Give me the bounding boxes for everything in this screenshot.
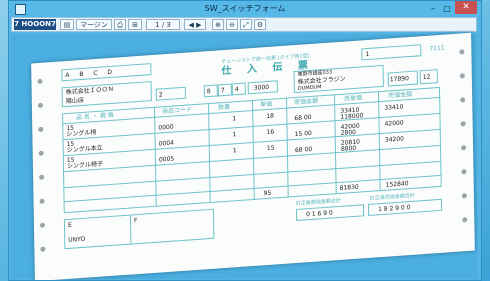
total-qty: 95 xyxy=(263,189,272,198)
sprocket-hole xyxy=(461,145,467,151)
col-header-qty: 数量 xyxy=(218,103,231,112)
header-field-d: D xyxy=(107,68,113,77)
row2-unit: 16 xyxy=(266,128,275,137)
row2-qty: 1 xyxy=(232,131,237,139)
row3-unit: 15 xyxy=(266,144,275,153)
row3-qty: 1 xyxy=(232,147,237,155)
sprocket-hole xyxy=(40,246,46,252)
sprocket-hole xyxy=(459,49,465,55)
sprocket-hole xyxy=(39,198,45,204)
row2-code: 0004 xyxy=(158,139,175,148)
row3-cost: 68 00 xyxy=(294,145,313,155)
right-margin-number: 7111 xyxy=(429,44,445,53)
sprocket-hole xyxy=(38,150,44,156)
sprocket-hole xyxy=(39,174,45,180)
sprocket-hole xyxy=(37,78,43,85)
header-field-a: A xyxy=(65,71,70,80)
header-field-b: B xyxy=(79,70,84,79)
footer-box xyxy=(63,208,215,250)
code1: 7 xyxy=(220,86,225,95)
app-window: SW_スイッチフォーム – □ ✕ 7 HOOON7 ▤ マージン ⎙ ⊞ 1 … xyxy=(8,0,482,281)
settings-icon[interactable]: ⚙ xyxy=(254,19,266,30)
sprocket-hole xyxy=(460,97,466,103)
row3-code: 0005 xyxy=(158,155,175,164)
row2-sale: 42000 xyxy=(384,119,404,128)
page-nav[interactable]: ◀ ▶ xyxy=(184,19,206,30)
close-button[interactable]: ✕ xyxy=(455,1,477,14)
slip-paper: A B C D チェーンストア統一伝票 (タイプ用1型) 仕 入 伝 票 1 7… xyxy=(31,32,475,280)
sprocket-hole xyxy=(461,169,467,175)
row3-cost-amount: 8800 xyxy=(340,144,357,153)
footer-field-f: F xyxy=(133,217,138,225)
row1-qty: 1 xyxy=(232,115,237,123)
zoom-out-icon[interactable]: ⊖ xyxy=(226,19,238,30)
toolbar: 7 HOOON7 ▤ マージン ⎙ ⊞ 1 / 3 ◀ ▶ ⊕ ⊖ ⤢ ⚙ xyxy=(11,17,477,32)
preview-area: A B C D チェーンストア統一伝票 (タイプ用1型) 仕 入 伝 票 1 7… xyxy=(11,32,477,280)
title-bar[interactable]: SW_スイッチフォーム – □ ✕ xyxy=(9,1,481,17)
margin-button[interactable]: マージン xyxy=(76,19,112,30)
print-icon[interactable]: ⎙ xyxy=(114,19,126,30)
sprocket-hole xyxy=(38,126,44,132)
row1-sale: 33410 xyxy=(384,103,404,112)
header-code-box xyxy=(61,63,152,82)
row2-cost: 15 00 xyxy=(294,129,312,139)
dept: 8 xyxy=(206,87,211,96)
sprocket-hole xyxy=(462,217,468,223)
footer-field-unyo: UNYO xyxy=(68,235,86,244)
supplier-code-box xyxy=(361,44,422,61)
preview-icon[interactable]: ⊞ xyxy=(128,19,142,30)
window-title: SW_スイッチフォーム xyxy=(204,4,286,13)
slip-code: 17890 xyxy=(389,75,409,84)
sprocket-hole xyxy=(459,73,465,79)
footer-field-e: E xyxy=(67,221,72,229)
brand-logo: 7 HOOON7 xyxy=(14,19,56,30)
col-header-unit: 単価 xyxy=(260,100,273,109)
sprocket-hole xyxy=(39,222,46,228)
page-indicator[interactable]: 1 / 3 xyxy=(146,19,180,30)
restore-button[interactable]: □ xyxy=(441,4,453,13)
row1-code: 0000 xyxy=(158,123,174,132)
row3-sale: 34200 xyxy=(384,135,405,144)
slip-no: 2 xyxy=(158,91,163,99)
supplier-tel: DUMDUM xyxy=(297,84,322,92)
code3: 3000 xyxy=(253,83,270,92)
sprocket-hole xyxy=(461,193,467,199)
sprocket-hole xyxy=(460,121,466,127)
code2: 4 xyxy=(234,85,239,94)
row1-cost: 68 00 xyxy=(294,113,312,123)
row1-unit: 18 xyxy=(266,112,275,121)
slip-code2: 12 xyxy=(422,73,431,82)
header-field-c: C xyxy=(93,69,98,78)
col-header-price: 売単価 xyxy=(344,94,363,103)
page-icon[interactable]: ▤ xyxy=(60,19,74,30)
zoom-in-icon[interactable]: ⊕ xyxy=(212,19,224,30)
customer-branch: 陽山店 xyxy=(65,96,84,106)
row2-cost-amount: 2800 xyxy=(340,128,357,137)
minimize-button[interactable]: – xyxy=(427,4,439,13)
supplier-code: 1 xyxy=(365,50,370,59)
fit-icon[interactable]: ⤢ xyxy=(240,19,252,30)
sprocket-hole xyxy=(37,102,43,109)
total-cost: 81830 xyxy=(339,183,359,192)
